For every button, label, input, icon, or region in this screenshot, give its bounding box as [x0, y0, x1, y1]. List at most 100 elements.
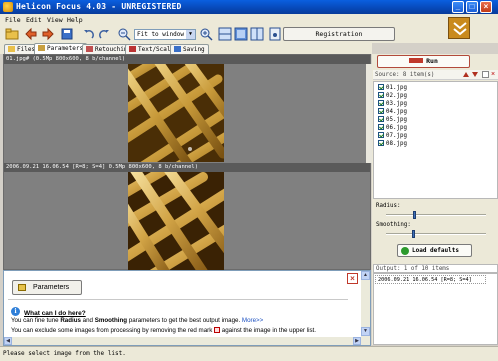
smoothing-label: Smoothing:: [376, 222, 411, 228]
result-image[interactable]: [128, 172, 224, 270]
undo-icon[interactable]: [82, 27, 96, 41]
checkbox[interactable]: [378, 116, 384, 122]
files-icon: [8, 46, 15, 52]
status-bar: Please select image from the list.: [0, 346, 498, 361]
file-name: 07.jpg: [386, 133, 407, 139]
list-item[interactable]: 08.jpg: [378, 140, 407, 148]
tab-bar: Files Parameters Retouching Text/Scale S…: [0, 43, 372, 54]
add-file-icon[interactable]: [482, 71, 489, 78]
text-icon: [129, 46, 136, 52]
maximize-button[interactable]: □: [466, 1, 478, 13]
window-title: Helicon Focus 4.03 - UNREGISTERED: [16, 2, 182, 11]
run-label: Run: [426, 57, 438, 65]
minimize-button[interactable]: _: [452, 1, 464, 13]
move-down-icon[interactable]: [472, 72, 478, 77]
tab-label: Text/Scale: [138, 46, 175, 53]
list-item[interactable]: 07.jpg: [378, 132, 407, 140]
pan-icon[interactable]: [268, 27, 282, 41]
more-link[interactable]: More>>: [242, 317, 263, 324]
help-text: against the image in the upper list.: [220, 327, 316, 334]
checkbox[interactable]: [378, 140, 384, 146]
redo-icon[interactable]: [97, 27, 111, 41]
open-folder-icon[interactable]: [5, 27, 19, 41]
tab-label: Files: [17, 46, 36, 53]
output-header: Output: 1 of 10 items: [373, 264, 498, 273]
parameters-help-label: Parameters: [33, 284, 70, 291]
save-icon[interactable]: [60, 27, 74, 41]
smoothing-slider[interactable]: [386, 230, 486, 238]
checkbox[interactable]: [378, 92, 384, 98]
menu-help[interactable]: Help: [67, 16, 83, 24]
help-text: and: [80, 317, 95, 324]
parameters-icon: [38, 45, 45, 51]
view-single-icon[interactable]: [234, 27, 248, 41]
load-defaults-label: Load defaults: [412, 247, 459, 254]
view-split-icon[interactable]: [218, 27, 232, 41]
image-viewer[interactable]: 01.jpg# (0.5Mp 800x600, 8 b/channel) 200…: [3, 54, 372, 270]
back-arrow-icon[interactable]: [24, 27, 38, 41]
help-text: You can fine tune: [11, 317, 61, 324]
checkbox[interactable]: [378, 132, 384, 138]
scroll-right-icon[interactable]: ▶: [353, 337, 361, 345]
registration-button[interactable]: Registration: [283, 27, 395, 41]
checkbox[interactable]: [378, 108, 384, 114]
zoom-in-icon[interactable]: [199, 27, 213, 41]
list-item[interactable]: 02.jpg: [378, 92, 407, 100]
run-icon: [409, 58, 424, 63]
tab-label: Parameters: [47, 45, 84, 52]
app-logo-icon: [448, 17, 470, 39]
list-item[interactable]: 03.jpg: [378, 100, 407, 108]
list-item[interactable]: 01.jpg: [378, 84, 407, 92]
menu-file[interactable]: File: [5, 16, 21, 24]
move-up-icon[interactable]: [463, 72, 469, 77]
checkbox[interactable]: [378, 124, 384, 130]
radius-slider-thumb[interactable]: [413, 211, 416, 219]
view-compare-icon[interactable]: [250, 27, 264, 41]
scroll-down-icon[interactable]: ▼: [361, 327, 370, 336]
radius-slider[interactable]: [386, 211, 486, 219]
checkbox[interactable]: [378, 84, 384, 90]
help-title[interactable]: What can I do here?: [24, 310, 86, 317]
list-item[interactable]: 06.jpg: [378, 124, 407, 132]
file-name: 05.jpg: [386, 117, 407, 123]
menu-view[interactable]: View: [47, 16, 63, 24]
menu-edit[interactable]: Edit: [26, 16, 42, 24]
forward-arrow-icon[interactable]: [41, 27, 55, 41]
parameters-icon: [18, 284, 26, 291]
chevron-down-icon: ▼: [186, 30, 195, 39]
checkbox[interactable]: [378, 100, 384, 106]
run-button[interactable]: Run: [377, 55, 470, 68]
help-text: You can exclude some images from process…: [11, 327, 215, 334]
list-item[interactable]: 05.jpg: [378, 116, 407, 124]
source-image[interactable]: [128, 64, 224, 162]
smoothing-slider-thumb[interactable]: [412, 230, 415, 238]
scroll-left-icon[interactable]: ◀: [4, 337, 12, 345]
list-item[interactable]: 2006.09.21 16.06.54 [R=8; S=4]: [375, 275, 486, 284]
zoom-select[interactable]: Fit to window ▼: [134, 29, 196, 40]
scroll-up-icon[interactable]: ▲: [361, 271, 370, 280]
load-defaults-button[interactable]: Load defaults: [397, 244, 472, 257]
help-vertical-scrollbar[interactable]: ▲ ▼: [361, 271, 370, 345]
menu-bar: File Edit View Help: [0, 14, 498, 25]
tab-parameters[interactable]: Parameters: [34, 43, 88, 54]
source-list[interactable]: 01.jpg 02.jpg 03.jpg 04.jpg 05.jpg 06.jp…: [373, 81, 498, 199]
parameters-help-button[interactable]: Parameters: [12, 280, 82, 295]
source-header: Source: 8 item(s): [373, 70, 498, 80]
file-name: 08.jpg: [386, 141, 407, 147]
close-button[interactable]: ×: [480, 1, 492, 13]
file-name: 03.jpg: [386, 101, 407, 107]
close-help-icon[interactable]: ×: [347, 273, 358, 284]
help-panel: Parameters × i What can I do here? You c…: [3, 270, 371, 346]
list-item[interactable]: 04.jpg: [378, 108, 407, 116]
zoom-select-value: Fit to window: [137, 31, 184, 38]
app-icon: [3, 2, 13, 12]
bottom-image-header: 2006.09.21 16.06.54 [R=8; S=4] 0.5Mp 800…: [4, 163, 370, 172]
tab-saving[interactable]: Saving: [170, 44, 209, 54]
zoom-out-icon[interactable]: [117, 27, 131, 41]
save-icon: [174, 46, 181, 52]
tab-label: Saving: [183, 46, 205, 53]
output-list[interactable]: 2006.09.21 16.06.54 [R=8; S=4]: [373, 273, 498, 345]
help-horizontal-scrollbar[interactable]: ◀ ▶: [4, 337, 361, 345]
info-icon: i: [11, 307, 20, 316]
help-line-1: You can fine tune Radius and Smoothing p…: [11, 317, 263, 324]
